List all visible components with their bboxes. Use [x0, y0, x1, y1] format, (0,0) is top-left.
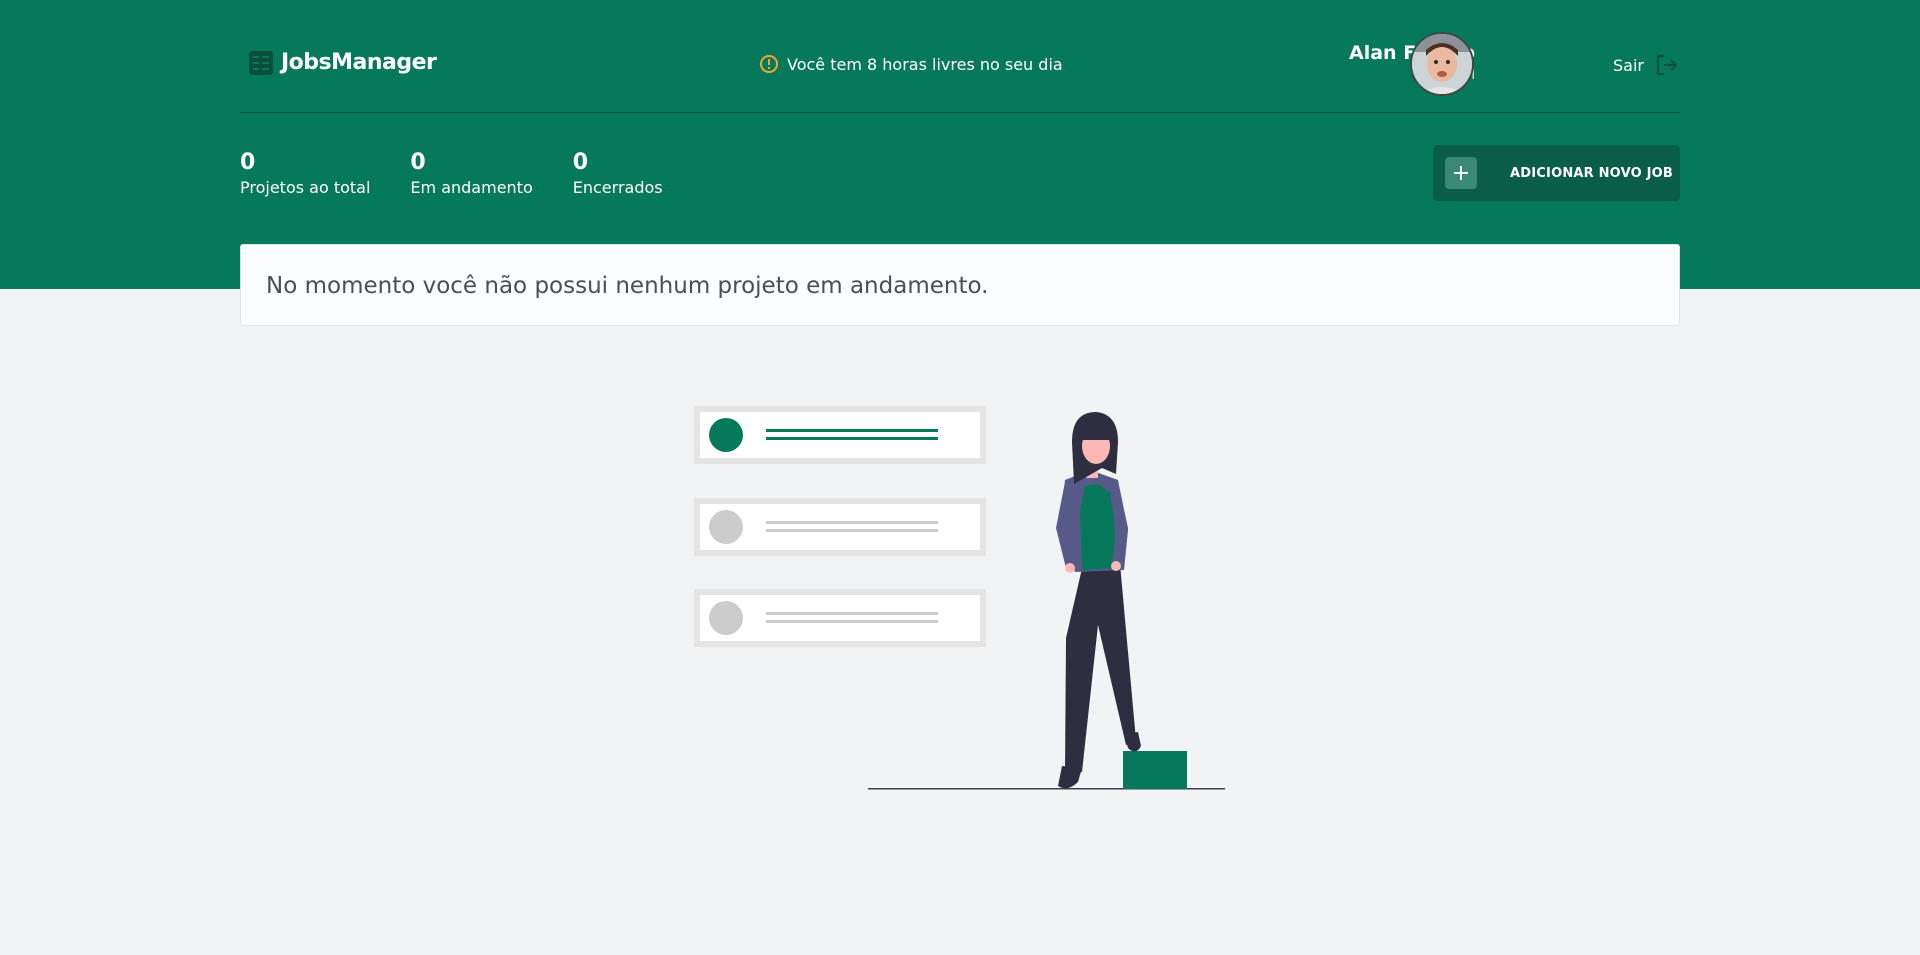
stat-total: 0 Projetos ao total — [240, 150, 370, 197]
list-card-3 — [694, 589, 986, 647]
app-logo[interactable]: JobsManager — [249, 50, 437, 75]
stats: 0 Projetos ao total 0 Em andamento 0 Enc… — [240, 150, 703, 197]
list-card-2 — [694, 498, 986, 556]
empty-state-message: No momento você não possui nenhum projet… — [266, 273, 989, 299]
plus-icon — [1445, 157, 1477, 189]
app-name: JobsManager — [281, 50, 437, 75]
add-job-label: ADICIONAR NOVO JOB — [1510, 165, 1673, 181]
stat-in-progress: 0 Em andamento — [410, 150, 532, 197]
alert-circle-icon — [760, 55, 778, 73]
top-bar: JobsManager Você tem 8 horas livres no s… — [240, 0, 1680, 113]
empty-state-card: No momento você não possui nenhum projet… — [240, 244, 1680, 326]
logout-label: Sair — [1613, 55, 1644, 75]
stat-total-value: 0 — [240, 150, 256, 175]
stat-closed-label: Encerrados — [572, 178, 663, 197]
list-card-1 — [694, 406, 986, 464]
free-hours-alert: Você tem 8 horas livres no seu dia — [759, 54, 1063, 74]
add-job-button[interactable]: ADICIONAR NOVO JOB — [1433, 145, 1680, 201]
stat-closed: 0 Encerrados — [573, 150, 663, 197]
alert-text: Você tem 8 horas livres no seu dia — [787, 54, 1063, 74]
stat-in-progress-value: 0 — [410, 150, 426, 175]
avatar-image — [1412, 34, 1472, 94]
logout-button[interactable]: Sair — [1613, 52, 1680, 78]
stat-closed-value: 0 — [572, 150, 589, 175]
person-figure — [1056, 412, 1141, 789]
logo-icon — [249, 50, 273, 75]
stat-total-label: Projetos ao total — [240, 178, 371, 197]
avatar[interactable] — [1410, 32, 1474, 96]
empty-state-illustration — [694, 406, 1225, 790]
logout-icon — [1657, 55, 1678, 75]
stat-in-progress-label: Em andamento — [410, 178, 533, 197]
